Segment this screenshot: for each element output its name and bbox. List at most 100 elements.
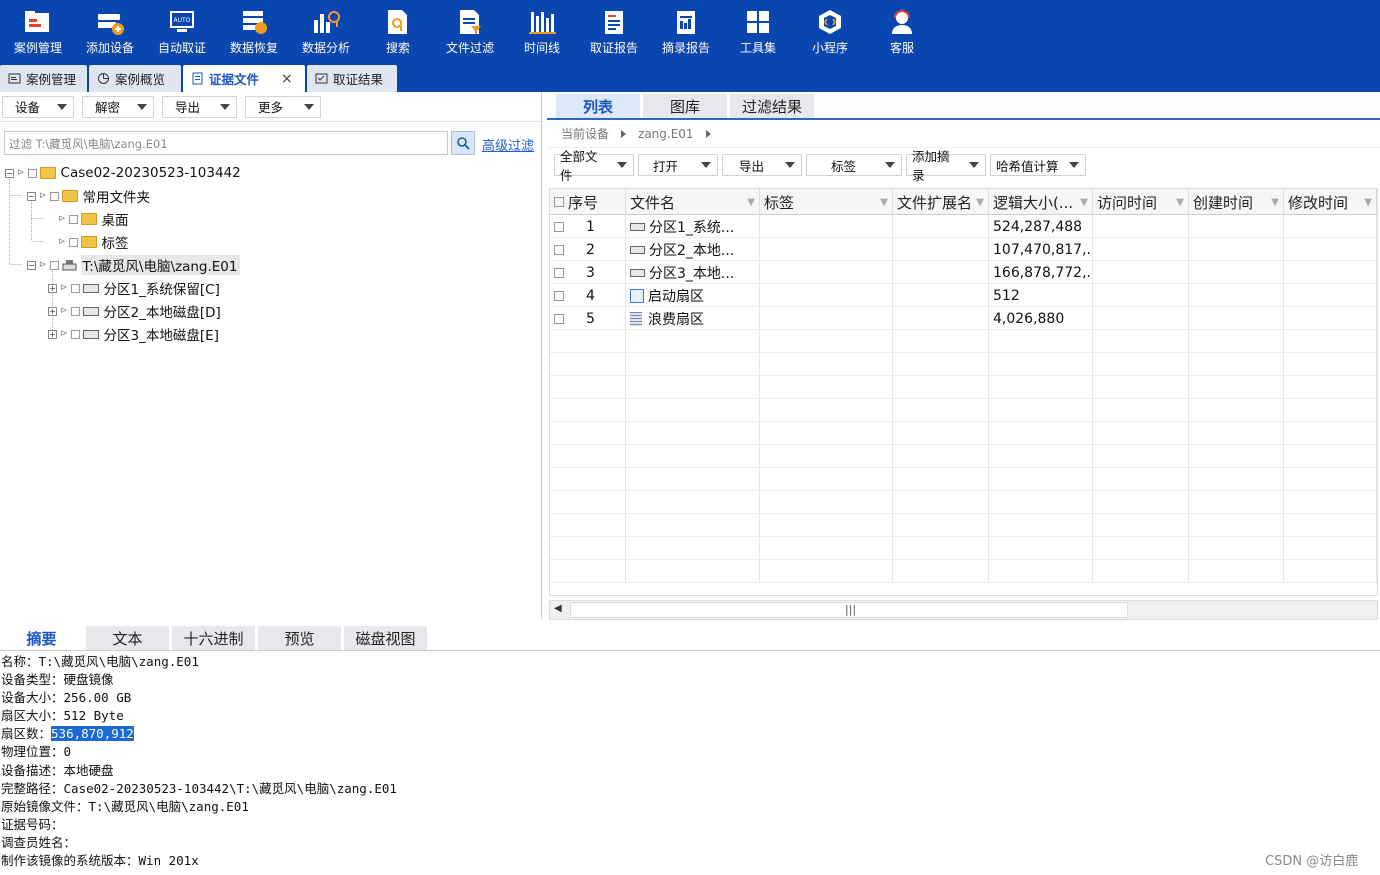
row-checkbox[interactable] xyxy=(554,244,564,255)
tab-summary[interactable]: 摘要 xyxy=(0,626,83,650)
toolbar-excerpt-report-button[interactable]: 摘录报告 xyxy=(650,0,722,63)
collapse-icon[interactable]: − xyxy=(27,260,36,270)
column-header-modify-time[interactable]: 修改时间 ▼ xyxy=(1284,189,1377,215)
tab-text[interactable]: 文本 xyxy=(86,626,169,650)
tab-disk-view[interactable]: 磁盘视图 xyxy=(344,626,427,650)
tree-node-tags[interactable]: ⊳ 标签 xyxy=(58,231,129,253)
tab-case-overview[interactable]: 案例概览 xyxy=(89,65,181,92)
row-checkbox[interactable] xyxy=(554,267,564,278)
toolbar-forensic-report-button[interactable]: 取证报告 xyxy=(578,0,650,63)
filter-icon[interactable]: ▼ xyxy=(1364,197,1372,208)
analysis-icon xyxy=(314,11,340,33)
export-list-dropdown[interactable]: 导出 xyxy=(722,154,802,176)
toolbar-case-management-button[interactable]: 案例管理 xyxy=(2,0,74,63)
row-checkbox[interactable] xyxy=(554,313,564,324)
table-row[interactable]: 3 分区3_本地... 166,878,772,... xyxy=(550,261,1377,284)
tag-dropdown[interactable]: 标签 xyxy=(806,154,902,176)
horizontal-scrollbar[interactable]: ◀ ||| xyxy=(549,600,1378,620)
selected-text[interactable]: 536,870,912 xyxy=(51,726,134,742)
scroll-left-icon[interactable]: ◀ xyxy=(554,603,562,614)
toolbar-miniprogram-button[interactable]: 小程序 xyxy=(794,0,866,63)
tab-preview[interactable]: 预览 xyxy=(258,626,341,650)
export-dropdown[interactable]: 导出 xyxy=(162,95,237,118)
scrollbar-thumb[interactable]: ||| xyxy=(570,602,1128,618)
tree-node-partition-3[interactable]: + ⊳ 分区3_本地磁盘[E] xyxy=(48,323,219,345)
filter-input[interactable]: 过滤 T:\藏觅风\电脑\zang.E01 xyxy=(4,131,448,155)
tree-node-desktop[interactable]: ⊳ 桌面 xyxy=(58,208,129,230)
tree-node-case[interactable]: − ⊳ Case02-20230523-103442 xyxy=(5,162,241,184)
decrypt-dropdown[interactable]: 解密 xyxy=(82,95,154,118)
table-row[interactable]: 4 启动扇区 512 xyxy=(550,284,1377,307)
search-button[interactable] xyxy=(451,131,475,155)
toolbar-support-button[interactable]: 客服 xyxy=(866,0,938,63)
tree-checkbox[interactable] xyxy=(68,237,78,247)
row-checkbox[interactable] xyxy=(554,221,564,232)
toolbar-toolset-button[interactable]: 工具集 xyxy=(722,0,794,63)
tab-list[interactable]: 列表 xyxy=(556,94,640,118)
boot-sector-icon xyxy=(630,288,644,303)
row-checkbox[interactable] xyxy=(554,290,564,301)
column-header-name[interactable]: 文件名 ▼ xyxy=(626,189,760,215)
column-header-access-time[interactable]: 访问时间 ▼ xyxy=(1093,189,1189,215)
tree-checkbox[interactable] xyxy=(49,260,59,270)
open-dropdown[interactable]: 打开 xyxy=(638,154,718,176)
tab-forensic-results[interactable]: 取证结果 xyxy=(307,65,397,92)
tree-checkbox[interactable] xyxy=(27,168,37,178)
breadcrumb-item[interactable]: zang.E01 xyxy=(638,127,694,141)
table-cell xyxy=(893,284,989,307)
tree-checkbox[interactable] xyxy=(49,191,59,201)
filter-icon[interactable]: ▼ xyxy=(1176,197,1184,208)
filter-icon[interactable]: ▼ xyxy=(747,197,755,208)
tree-checkbox[interactable] xyxy=(68,214,78,224)
advanced-filter-link[interactable]: 高级过滤 xyxy=(482,135,534,154)
filter-icon[interactable]: ▼ xyxy=(880,197,888,208)
column-header-create-time[interactable]: 创建时间 ▼ xyxy=(1189,189,1284,215)
toolbar-timeline-button[interactable]: 时间线 xyxy=(506,0,578,63)
select-all-checkbox[interactable] xyxy=(554,197,564,207)
tree-node-image[interactable]: − ⊳ T:\藏觅风\电脑\zang.E01 xyxy=(27,254,240,276)
column-header-size[interactable]: 逻辑大小(... ▼ xyxy=(989,189,1093,215)
empty-table-row xyxy=(550,399,1377,422)
row-number: 3 xyxy=(586,264,595,281)
table-row[interactable]: 5 浪费扇区 4,026,880 xyxy=(550,307,1377,330)
toolbar-data-analysis-button[interactable]: 数据分析 xyxy=(290,0,362,63)
expand-icon[interactable]: + xyxy=(48,329,57,339)
all-files-dropdown[interactable]: 全部文件 xyxy=(554,149,634,183)
tab-hex[interactable]: 十六进制 xyxy=(172,626,255,650)
collapse-icon[interactable]: − xyxy=(27,191,36,201)
table-cell: 524,287,488 xyxy=(989,215,1093,238)
tree-checkbox[interactable] xyxy=(70,283,80,293)
filter-icon[interactable]: ▼ xyxy=(1271,197,1279,208)
filter-icon[interactable]: ▼ xyxy=(976,197,984,208)
toolbar-file-filter-button[interactable]: 文件过滤 xyxy=(434,0,506,63)
tree-node-partition-2[interactable]: + ⊳ 分区2_本地磁盘[D] xyxy=(48,300,221,322)
column-header-tag[interactable]: 标签 ▼ xyxy=(760,189,893,215)
toolbar-add-device-button[interactable]: 添加设备 xyxy=(74,0,146,63)
device-dropdown[interactable]: 设备 xyxy=(2,95,74,118)
table-cell xyxy=(1284,376,1377,399)
tab-case-management[interactable]: 案例管理 xyxy=(0,65,87,92)
close-icon[interactable]: × xyxy=(281,71,293,87)
expand-icon[interactable]: + xyxy=(48,283,57,293)
more-dropdown[interactable]: 更多 xyxy=(245,95,321,118)
table-row[interactable]: 2 分区2_本地... 107,470,817,... xyxy=(550,238,1377,261)
expand-icon[interactable]: + xyxy=(48,306,57,316)
toolbar-search-button[interactable]: 搜索 xyxy=(362,0,434,63)
filter-icon[interactable]: ▼ xyxy=(1080,197,1088,208)
toolbar-auto-forensics-button[interactable]: AUTO 自动取证 xyxy=(146,0,218,63)
toolbar-data-recovery-button[interactable]: 数据恢复 xyxy=(218,0,290,63)
collapse-icon[interactable]: − xyxy=(5,168,14,178)
tree-node-common-folder[interactable]: − ⊳ 常用文件夹 xyxy=(27,185,150,207)
breadcrumb-current-device[interactable]: 当前设备 xyxy=(561,125,609,142)
tab-gallery[interactable]: 图库 xyxy=(643,94,727,118)
table-row[interactable]: 1 分区1_系统... 524,287,488 xyxy=(550,215,1377,238)
tab-filter-results[interactable]: 过滤结果 xyxy=(730,94,814,118)
tree-checkbox[interactable] xyxy=(70,306,80,316)
add-excerpt-dropdown[interactable]: 添加摘录 xyxy=(906,149,986,183)
tree-node-partition-1[interactable]: + ⊳ 分区1_系统保留[C] xyxy=(48,277,220,299)
tab-evidence-files[interactable]: 证据文件 × xyxy=(183,65,305,92)
column-header-no[interactable]: 序号 xyxy=(550,189,626,215)
hash-calc-dropdown[interactable]: 哈希值计算 xyxy=(990,154,1086,176)
tree-checkbox[interactable] xyxy=(70,329,80,339)
column-header-extension[interactable]: 文件扩展名 ▼ xyxy=(893,189,989,215)
